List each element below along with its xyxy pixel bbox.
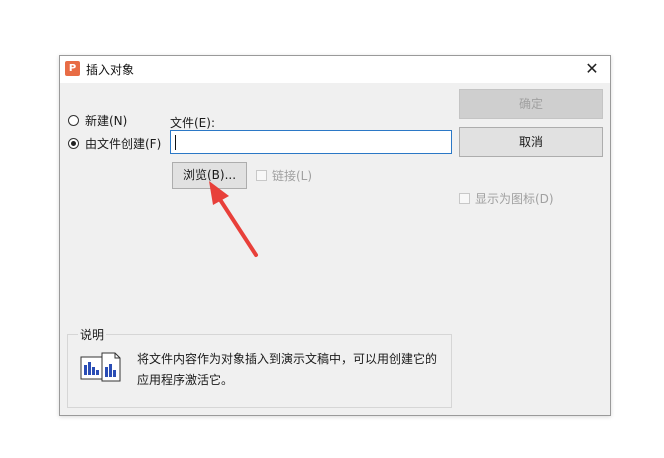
insert-object-dialog: P 插入对象 ✕ 新建(N) 由文件创建(F) 文件(E): 浏览(B)... … [59,55,611,416]
radio-circle-icon[interactable] [68,115,79,126]
link-checkbox[interactable]: 链接(L) [256,167,312,184]
cancel-button[interactable]: 取消 [459,127,603,157]
display-as-icon-box[interactable] [459,193,470,204]
description-text: 将文件内容作为对象插入到演示文稿中，可以用创建它的应用程序激活它。 [137,352,438,387]
ok-button[interactable]: 确定 [459,89,603,119]
radio-selected-icon[interactable] [68,138,79,149]
display-as-icon-label: 显示为图标(D) [475,192,554,206]
radio-new-label: 新建(N) [85,114,128,128]
embedded-document-icon [80,352,121,382]
description-title: 说明 [78,326,107,343]
title-bar: P 插入对象 ✕ [60,56,610,83]
app-logo-icon: P [65,61,80,76]
close-button[interactable]: ✕ [580,58,604,80]
link-checkbox-label: 链接(L) [272,169,313,183]
link-checkbox-box[interactable] [256,170,267,181]
dialog-title: 插入对象 [86,63,135,77]
radio-new[interactable]: 新建(N) [68,112,127,129]
radio-from-file[interactable]: 由文件创建(F) [68,135,161,152]
display-as-icon-checkbox[interactable]: 显示为图标(D) [459,190,554,207]
file-label: 文件(E): [170,116,215,130]
description-group: 说明 将文件内容作为对象插入到演示文稿中，可以用创建它的应用程序激活它。 [67,326,452,408]
browse-button[interactable]: 浏览(B)... [172,162,247,189]
file-path-input[interactable] [170,130,452,154]
radio-from-file-label: 由文件创建(F) [85,137,162,151]
text-caret [175,135,176,150]
